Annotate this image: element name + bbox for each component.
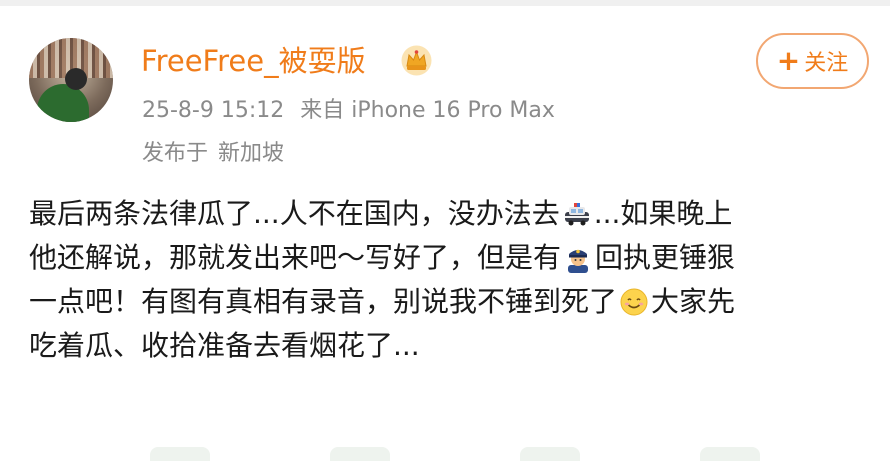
image-thumbnail-edge[interactable]	[700, 447, 760, 461]
image-thumbnail-edge[interactable]	[150, 447, 210, 461]
avatar-person	[37, 84, 89, 122]
police-officer-icon	[568, 249, 589, 273]
post-body: 最后两条法律瓜了...人不在国内，没办法去 ...如果晚上 他还解说，那就发出来…	[29, 192, 879, 368]
post-text: 一点吧！有图有真相有录音，别说我不锤到死了	[29, 285, 618, 318]
post-text: 最后两条法律瓜了...人不在国内，没办法去	[29, 197, 560, 230]
follow-label: 关注	[804, 51, 849, 76]
location-label: 发布于	[142, 141, 209, 166]
plus-icon: +	[776, 44, 801, 77]
crown-icon	[401, 45, 432, 76]
police-car-icon	[564, 203, 589, 226]
post-meta: 25-8-9 15:12 来自 iPhone 16 Pro Max	[142, 93, 555, 129]
post-text: ...如果晚上	[593, 197, 733, 230]
post-line: 吃着瓜、收拾准备去看烟花了...	[29, 324, 879, 368]
smiling-face-icon	[620, 288, 648, 316]
post-line: 最后两条法律瓜了...人不在国内，没办法去 ...如果晚上	[29, 192, 879, 236]
post-line: 他还解说，那就发出来吧～写好了，但是有 回执更锤狠	[29, 236, 879, 280]
follow-button[interactable]: + 关注	[756, 33, 869, 89]
post-line: 一点吧！有图有真相有录音，别说我不锤到死了 大家先	[29, 280, 879, 324]
avatar[interactable]	[29, 38, 113, 122]
post-location: 发布于 新加坡	[142, 137, 284, 171]
image-thumbnail-edge[interactable]	[520, 447, 580, 461]
post-text: 大家先	[651, 285, 736, 318]
avatar-head	[65, 68, 87, 90]
image-thumbnail-edge[interactable]	[330, 447, 390, 461]
post-source: 来自 iPhone 16 Pro Max	[300, 98, 555, 123]
post-text: 他还解说，那就发出来吧～写好了，但是有	[29, 241, 562, 274]
location-value: 新加坡	[218, 141, 285, 166]
timestamp: 25-8-9 15:12	[142, 98, 285, 123]
username[interactable]: FreeFree_被耍版	[141, 40, 366, 82]
post-text: 回执更锤狠	[595, 241, 736, 274]
post-text: 吃着瓜、收拾准备去看烟花了...	[29, 329, 420, 362]
top-divider	[0, 0, 890, 6]
